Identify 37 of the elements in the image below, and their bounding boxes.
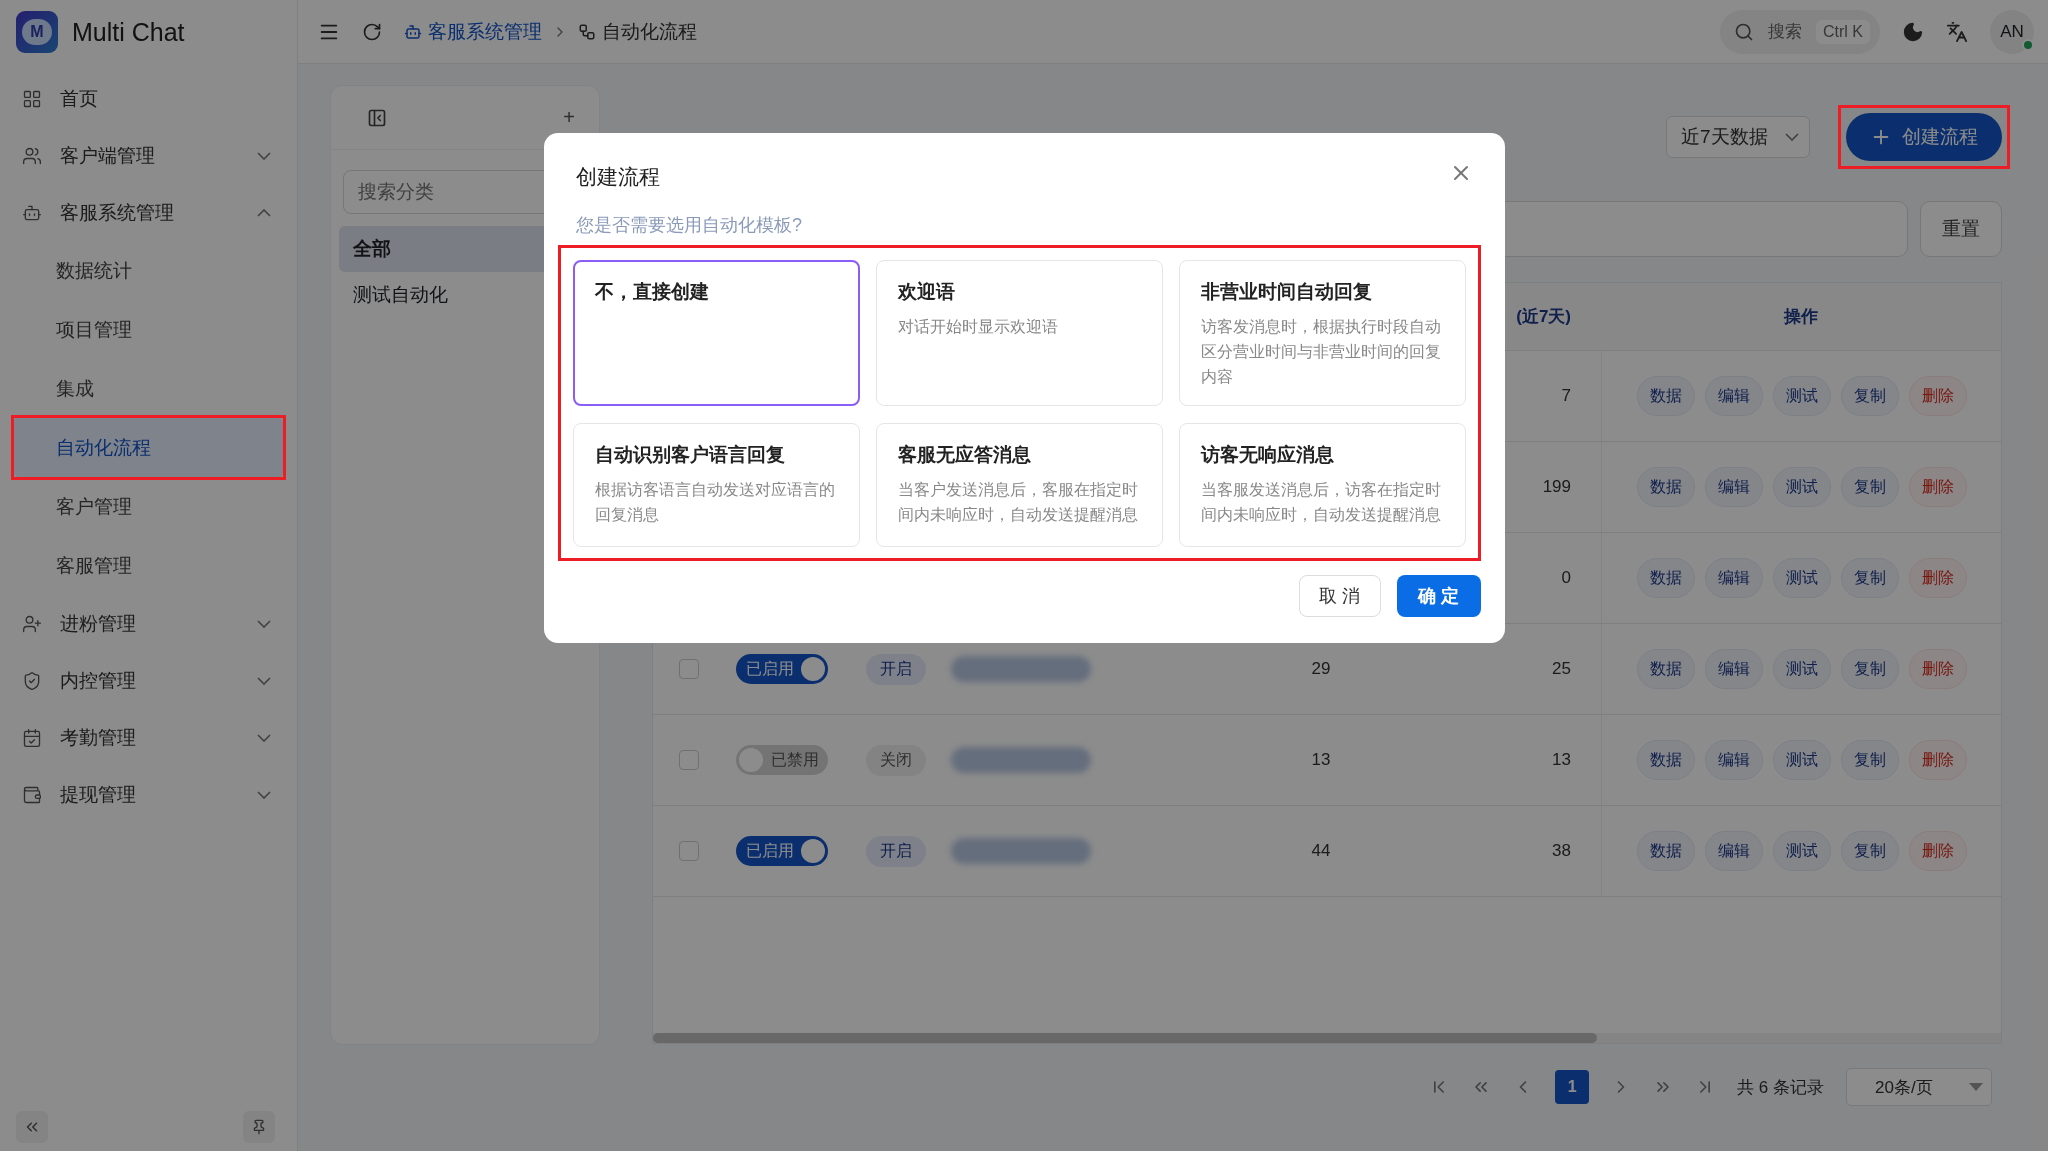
template-title: 访客无响应消息	[1201, 443, 1335, 467]
template-title: 欢迎语	[898, 280, 956, 304]
table-cell-text: 25	[1552, 659, 1572, 679]
template-title: 自动识别客户语言回复	[595, 443, 786, 467]
table-cell-text: 7	[1561, 386, 1572, 406]
nav-label: 客户端管理	[60, 143, 156, 168]
table-cell-text: 0	[1561, 568, 1572, 588]
nav-label: 内控管理	[60, 668, 137, 693]
nav-label: 考勤管理	[60, 725, 137, 750]
column-header: 操作	[1784, 306, 1818, 328]
logo-letter: M	[22, 19, 52, 45]
nav-label: 进粉管理	[60, 611, 137, 636]
record-count: 共 6 条记录	[1737, 1076, 1824, 1099]
status-tag: 开启	[866, 835, 926, 867]
template-description: 对话开始时显示欢迎语	[898, 317, 1059, 337]
table-cell: 29	[1311, 659, 1331, 679]
nav-label: 首页	[60, 86, 99, 111]
nav-label: 客服系统管理	[60, 200, 175, 225]
table-cell: 44	[1311, 841, 1331, 861]
table-cell-text: 199	[1542, 477, 1572, 497]
template-description: 当客户发送消息后，客服在指定时间内未响应时，自动发送提醒消息	[898, 480, 1139, 525]
template-description: 根据访客语言自动发送对应语言的回复消息	[595, 480, 836, 525]
template-description: 访客发消息时，根据执行时段自动区分营业时间与非营业时间的回复内容	[1201, 317, 1442, 387]
table-cell-text: 38	[1552, 841, 1572, 861]
table-cell: 13	[1311, 750, 1331, 770]
shortcut-hint: Ctrl K	[1816, 19, 1870, 44]
app-name: Multi Chat	[72, 17, 185, 47]
search-placeholder: 搜索	[1768, 21, 1802, 43]
status-tag: 关闭	[866, 744, 926, 776]
table-cell-text: 13	[1552, 750, 1572, 770]
template-title: 不，直接创建	[595, 280, 710, 304]
nav-label: 提现管理	[60, 782, 137, 807]
template-title: 非营业时间自动回复	[1201, 280, 1373, 304]
column-header: (近7天)	[1516, 306, 1572, 328]
status-tag: 开启	[866, 653, 926, 685]
template-description: 当客服发送消息后，访客在指定时间内未响应时，自动发送提醒消息	[1201, 480, 1442, 525]
template-title: 客服无应答消息	[898, 443, 1032, 467]
